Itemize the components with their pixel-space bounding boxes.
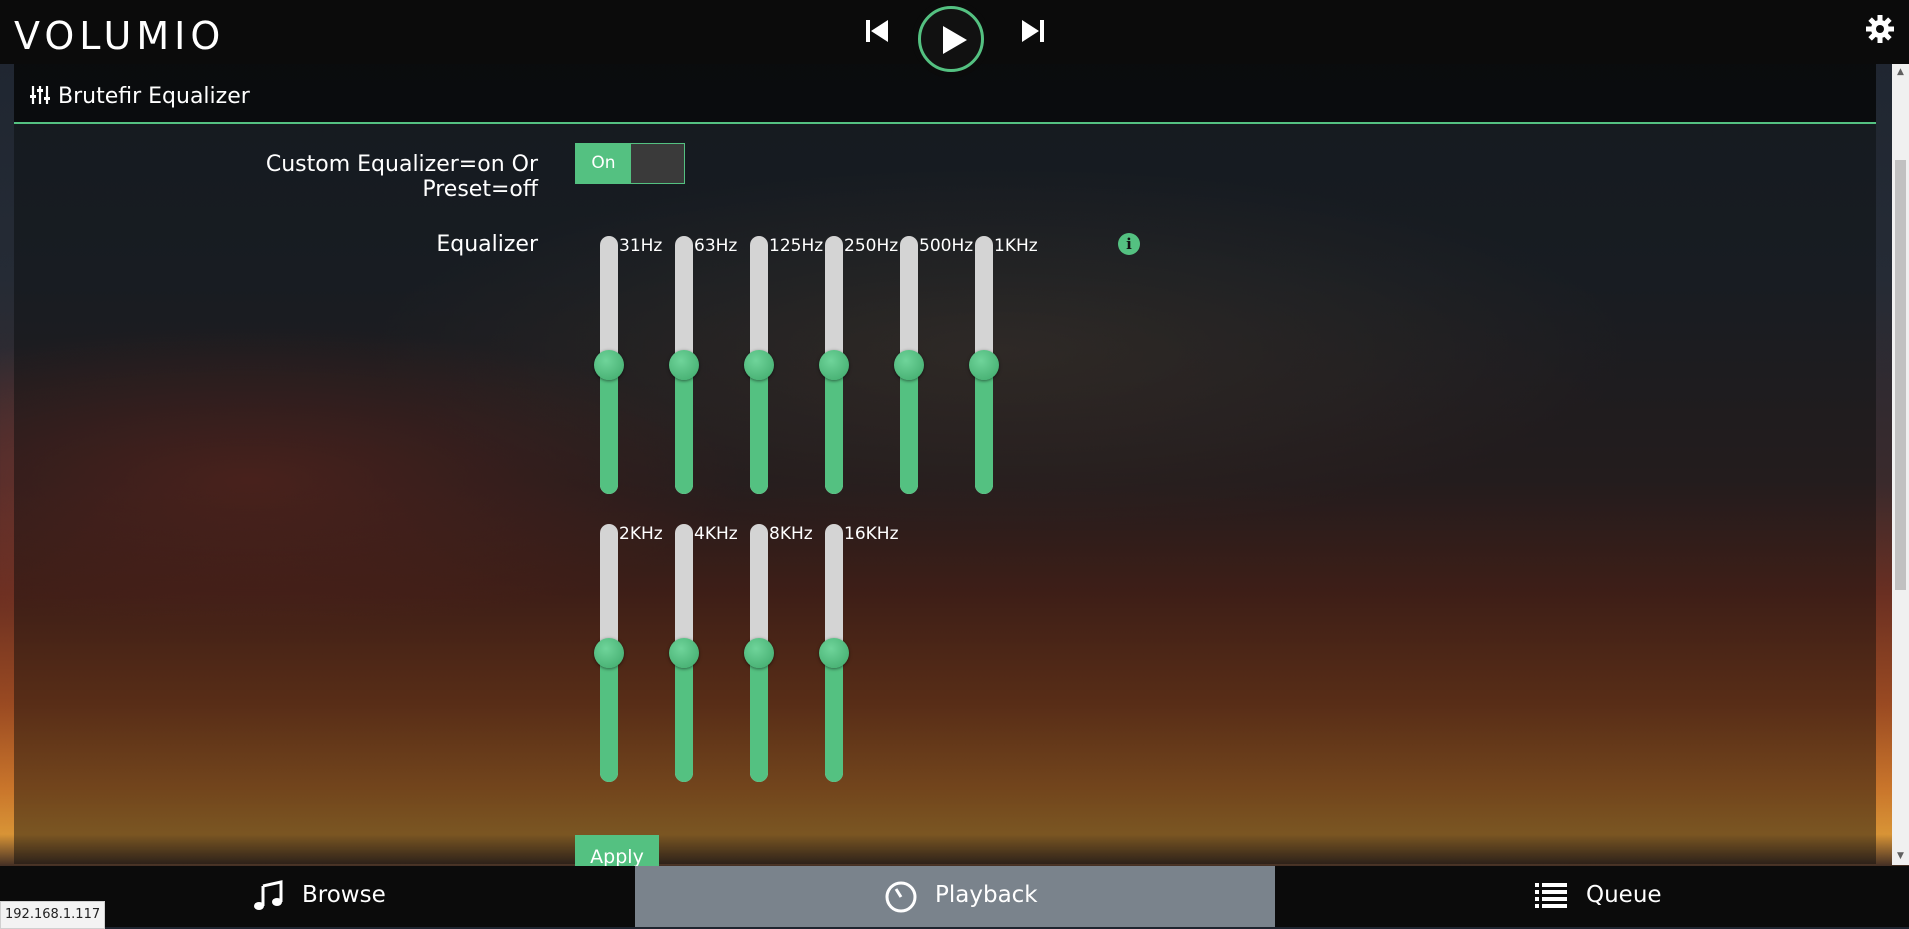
eq-band-label: 8KHz (769, 524, 813, 544)
page-scrollbar[interactable]: ▲ ▼ (1892, 64, 1909, 865)
clock-playback-icon (885, 881, 917, 913)
eq-band-label: 1KHz (994, 236, 1038, 256)
eq-band-slider[interactable] (819, 236, 849, 496)
tab-browse-label: Browse (302, 882, 386, 908)
eq-band-thumb[interactable] (819, 638, 849, 668)
eq-band-thumb[interactable] (894, 350, 924, 380)
top-bar: VOLUMIO (0, 0, 1909, 72)
eq-band-thumb[interactable] (669, 350, 699, 380)
scroll-thumb[interactable] (1895, 160, 1906, 590)
tab-queue[interactable]: Queue (1275, 866, 1909, 927)
next-track-button[interactable] (1018, 16, 1048, 46)
eq-band-thumb[interactable] (669, 638, 699, 668)
skip-previous-icon (866, 20, 888, 42)
eq-band-slider[interactable] (594, 236, 624, 496)
custom-equalizer-label: Custom Equalizer=on Or Preset=off (265, 152, 538, 202)
gear-icon (1866, 15, 1894, 43)
eq-band-thumb[interactable] (819, 350, 849, 380)
custom-equalizer-toggle[interactable]: On (575, 143, 685, 184)
eq-band-label: 125Hz (769, 236, 824, 256)
eq-band-slider[interactable] (669, 524, 699, 784)
eq-band-thumb[interactable] (594, 350, 624, 380)
play-icon (943, 26, 967, 54)
eq-band-slider[interactable] (669, 236, 699, 496)
tab-queue-label: Queue (1586, 882, 1662, 908)
eq-band-slider[interactable] (744, 236, 774, 496)
music-note-icon (254, 880, 283, 910)
eq-band-label: 16KHz (844, 524, 899, 544)
transport-controls (862, 6, 1044, 80)
eq-band-label: 500Hz (919, 236, 974, 256)
eq-band-thumb[interactable] (744, 350, 774, 380)
eq-band-slider[interactable] (894, 236, 924, 496)
eq-band-slider[interactable] (744, 524, 774, 784)
eq-band-thumb[interactable] (594, 638, 624, 668)
eq-band-label: 250Hz (844, 236, 899, 256)
eq-band-slider[interactable] (594, 524, 624, 784)
scroll-up-arrow-icon[interactable]: ▲ (1892, 64, 1909, 81)
eq-band-thumb[interactable] (744, 638, 774, 668)
info-icon[interactable]: i (1118, 233, 1140, 255)
eq-band-thumb[interactable] (969, 350, 999, 380)
bottom-navigation: Browse Playback Queue (0, 866, 1909, 927)
list-queue-icon (1535, 883, 1567, 908)
toggle-on-state: On (576, 144, 631, 183)
eq-band-label: 4KHz (694, 524, 738, 544)
skip-next-icon (1022, 20, 1044, 42)
scroll-down-arrow-icon[interactable]: ▼ (1892, 848, 1909, 865)
status-url: 192.168.1.117 (0, 901, 106, 929)
settings-gear-icon[interactable] (1865, 14, 1895, 44)
eq-band-label: 2KHz (619, 524, 663, 544)
equalizer-label: Equalizer (436, 232, 538, 257)
eq-band-slider[interactable] (819, 524, 849, 784)
previous-track-button[interactable] (862, 16, 892, 46)
panel-title: Brutefir Equalizer (58, 84, 250, 109)
volumio-logo[interactable]: VOLUMIO (14, 14, 225, 58)
tab-playback-label: Playback (935, 882, 1038, 908)
eq-band-label: 63Hz (694, 236, 738, 256)
sliders-icon (30, 86, 50, 104)
eq-band-slider[interactable] (969, 236, 999, 496)
tab-playback[interactable]: Playback (635, 866, 1275, 927)
play-button[interactable] (918, 6, 984, 72)
eq-band-label: 31Hz (619, 236, 663, 256)
